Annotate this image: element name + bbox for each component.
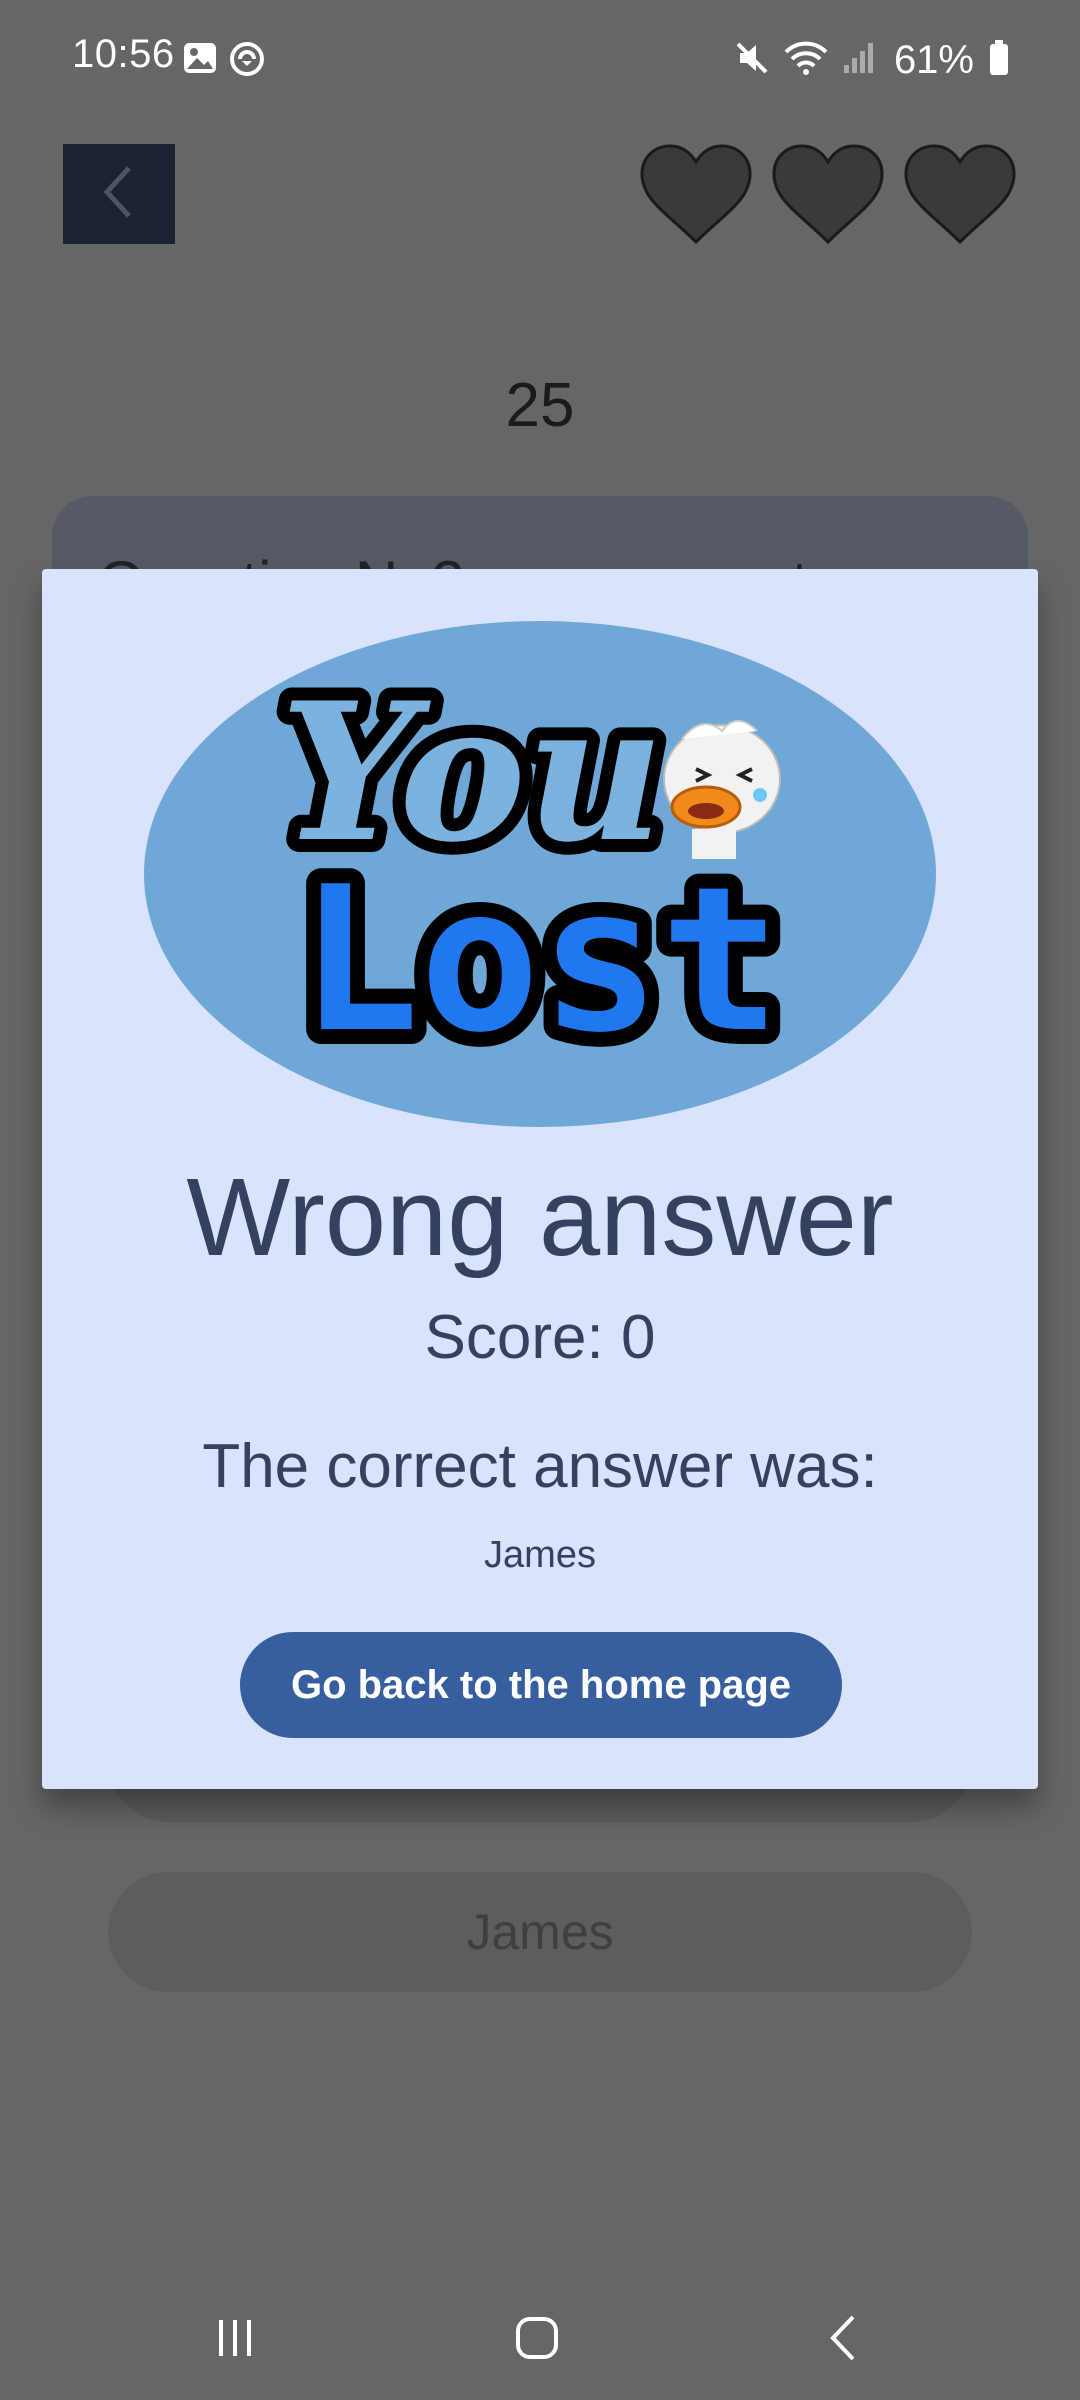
correct-answer-value: James [484, 1534, 596, 1576]
sync-icon [228, 40, 266, 83]
go-home-button[interactable]: Go back to the home page [240, 1632, 842, 1738]
signal-icon [842, 41, 876, 80]
system-nav-bar [0, 2270, 1080, 2400]
home-nav-button[interactable] [502, 2310, 572, 2370]
wifi-icon [784, 40, 828, 81]
status-time: 10:56 [72, 32, 175, 76]
back-icon [823, 2313, 863, 2368]
recent-apps-icon [213, 2316, 257, 2365]
battery-icon [988, 39, 1010, 82]
gallery-icon [182, 40, 218, 81]
status-icons: 61% [734, 30, 1010, 90]
image-text-lost-fill: Lost [299, 844, 781, 1077]
result-title: Wrong answer [186, 1156, 894, 1279]
heart-icon [638, 142, 754, 251]
status-bar: 10:56 61% [0, 0, 1080, 120]
back-nav-button[interactable] [808, 2310, 878, 2370]
score-text: Score: 0 [424, 1303, 656, 1372]
result-dialog: You You Lost Lost Wrong answer Score: 0 … [42, 569, 1038, 1789]
recent-apps-button[interactable] [200, 2310, 270, 2370]
heart-icon [902, 142, 1018, 251]
answer-option[interactable]: James [108, 1872, 972, 1992]
back-button[interactable] [63, 144, 175, 244]
battery-percent: 61% [893, 37, 974, 82]
chevron-left-icon [99, 162, 139, 227]
you-lost-image: You You Lost Lost [142, 619, 938, 1129]
answer-option-label: James [466, 1904, 614, 1960]
home-icon [514, 2315, 560, 2366]
heart-icon [770, 142, 886, 251]
lives-indicator [638, 142, 1018, 251]
mute-icon [734, 40, 770, 81]
correct-answer-label: The correct answer was: [202, 1432, 878, 1501]
countdown-timer: 25 [505, 371, 575, 440]
